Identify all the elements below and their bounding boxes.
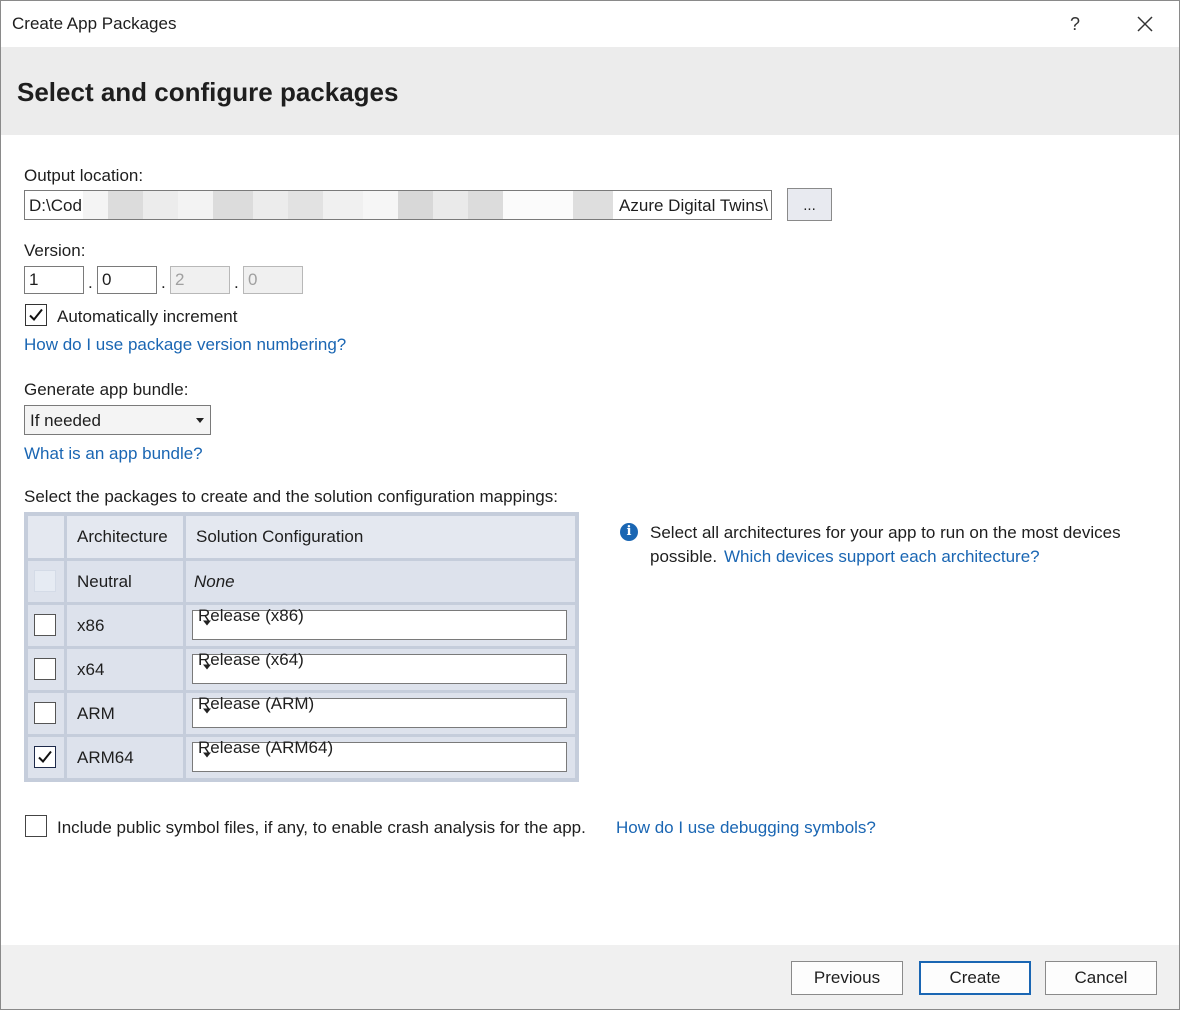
table-row-neutral-select [28,561,64,602]
version-minor-field[interactable]: 0 [97,266,157,294]
table-header-select [28,516,64,558]
output-path-suffix: Azure Digital Twins\ [617,196,768,216]
redacted-block [143,191,178,219]
table-cell-architecture: x86 [67,605,183,646]
version-separator: . [161,273,166,292]
redacted-block [573,191,613,219]
version-separator: . [88,273,93,292]
devices-support-link[interactable]: Which devices support each architecture? [724,547,1040,567]
close-icon [1137,16,1153,32]
table-row-x86-select [28,605,64,646]
redacted-block [253,191,288,219]
generate-bundle-label: Generate app bundle: [24,380,189,399]
info-text: Select all architectures for your app to… [650,523,1121,542]
chevron-down-icon [203,620,211,626]
redacted-block [213,191,253,219]
redacted-block [83,191,108,219]
version-build-field: 2 [170,266,230,294]
create-app-packages-dialog: Create App Packages ? Select and configu… [0,0,1180,1010]
table-cell-architecture: ARM64 [67,737,183,778]
close-button[interactable] [1129,9,1161,39]
table-cell-architecture: Neutral [67,561,183,602]
output-path-prefix: D:\Cod [29,196,82,215]
app-bundle-help-link[interactable]: What is an app bundle? [24,444,203,464]
x86-configuration-dropdown[interactable]: Release (x86) [192,606,567,640]
chevron-down-icon [203,664,211,670]
version-major-field[interactable]: 1 [24,266,84,294]
version-separator: . [234,273,239,292]
chevron-down-icon [196,418,204,423]
table-row-x64-select [28,649,64,690]
help-button[interactable]: ? [1059,9,1091,39]
chevron-down-icon [203,752,211,758]
redacted-block [468,191,503,219]
version-revision-field: 0 [243,266,303,294]
output-location-field[interactable]: D:\Cod Azure Digital Twins\ [24,190,772,220]
table-cell-configuration: None [186,561,575,602]
auto-increment-label: Automatically increment [57,307,238,326]
previous-button[interactable]: Previous [791,961,903,995]
checkmark-icon [29,308,43,321]
generate-bundle-dropdown[interactable]: If needed [24,405,211,435]
neutral-checkbox [34,570,56,592]
auto-increment-checkbox[interactable] [25,304,47,326]
arm-checkbox[interactable] [34,702,56,724]
browse-button[interactable]: ... [787,188,832,221]
page-header: Select and configure packages [1,47,1179,135]
redacted-block [398,191,433,219]
debugging-symbols-help-link[interactable]: How do I use debugging symbols? [616,818,876,838]
info-text-continued: possible. [650,547,718,566]
output-location-label: Output location: [24,166,144,185]
redacted-block [503,191,573,219]
create-button[interactable]: Create [919,961,1031,995]
arm-configuration-dropdown[interactable]: Release (ARM) [192,694,567,728]
packages-label: Select the packages to create and the so… [24,487,558,506]
table-header-configuration: Solution Configuration [186,516,575,558]
checkmark-icon [38,750,52,763]
page-title: Select and configure packages [17,77,399,107]
redacted-block [178,191,213,219]
table-cell-configuration: Release (x86) [186,605,575,646]
x64-checkbox[interactable] [34,658,56,680]
table-cell-architecture: x64 [67,649,183,690]
table-cell-architecture: ARM [67,693,183,734]
redacted-block [363,191,398,219]
version-numbering-help-link[interactable]: How do I use package version numbering? [24,335,346,355]
redacted-block [108,191,143,219]
arm64-configuration-dropdown[interactable]: Release (ARM64) [192,738,567,772]
x64-configuration-dropdown[interactable]: Release (x64) [192,650,567,684]
table-cell-configuration: Release (ARM) [186,693,575,734]
generate-bundle-value: If needed [30,411,101,430]
table-cell-configuration: Release (x64) [186,649,575,690]
table-row-arm-select [28,693,64,734]
table-cell-configuration: Release (ARM64) [186,737,575,778]
chevron-down-icon [203,708,211,714]
x86-checkbox[interactable] [34,614,56,636]
redacted-block [288,191,323,219]
include-symbols-label: Include public symbol files, if any, to … [57,818,586,837]
title-bar: Create App Packages ? [1,1,1179,47]
redacted-block [433,191,468,219]
window-title: Create App Packages [12,14,177,33]
table-row-arm64-select [28,737,64,778]
packages-table: Architecture Solution Configuration Neut… [24,512,579,782]
table-header-architecture: Architecture [67,516,183,558]
cancel-button[interactable]: Cancel [1045,961,1157,995]
redacted-block [323,191,363,219]
arm64-checkbox[interactable] [34,746,56,768]
version-label: Version: [24,241,86,260]
info-icon: i [620,523,638,541]
include-symbols-checkbox[interactable] [25,815,47,837]
